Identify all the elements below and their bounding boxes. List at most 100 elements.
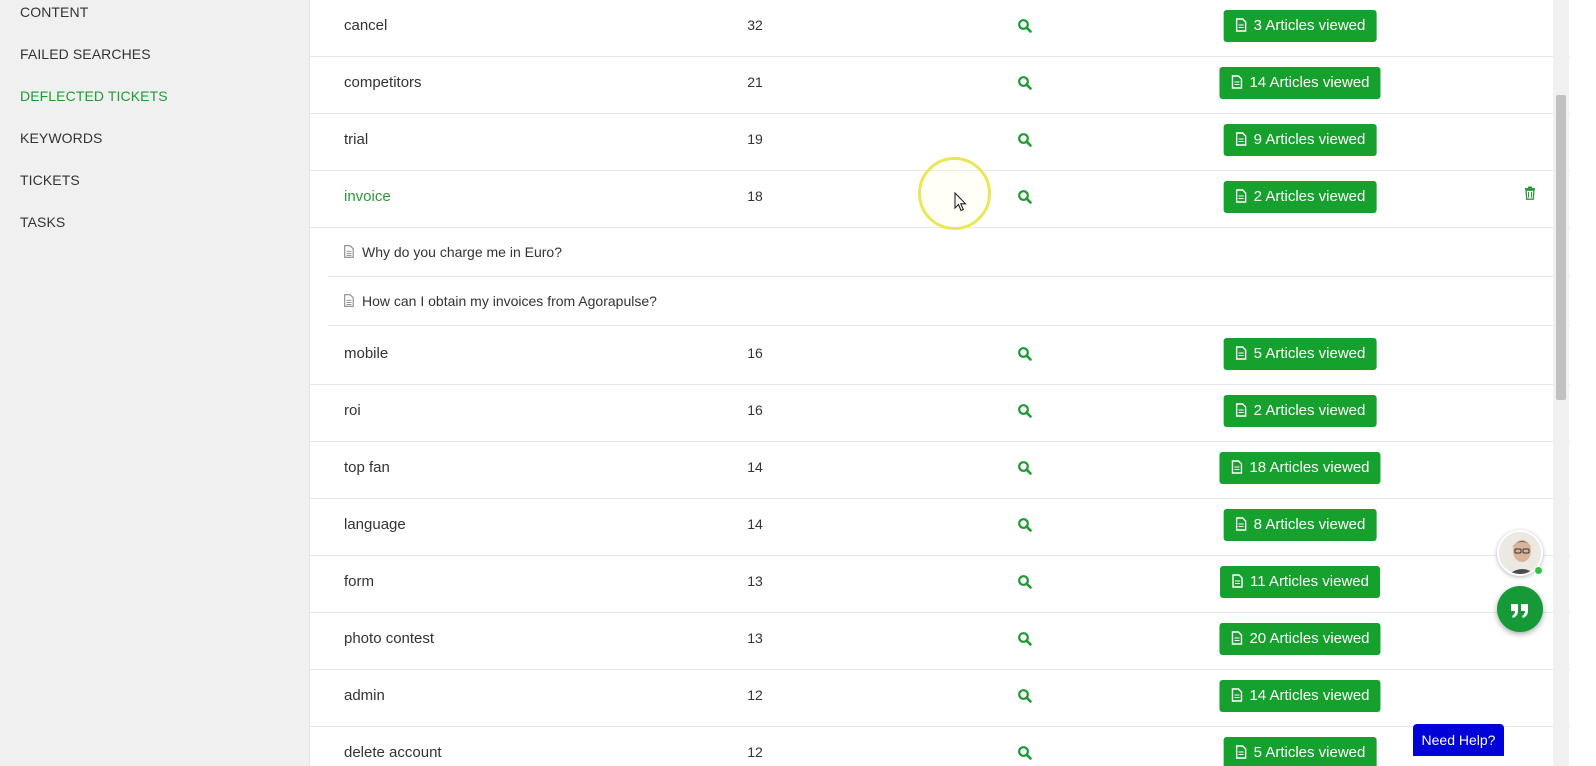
articles-viewed-label: 14 Articles viewed: [1249, 74, 1370, 91]
keyword-count: 14: [747, 516, 763, 532]
articles-viewed-label: 3 Articles viewed: [1253, 17, 1366, 34]
search-icon[interactable]: [1017, 132, 1033, 148]
document-icon: [1231, 75, 1243, 89]
table-row: roi 16 2 Articles viewed: [310, 385, 1570, 442]
mouse-cursor-icon: [954, 192, 967, 212]
sidebar-item-tasks[interactable]: TASKS: [20, 214, 65, 230]
articles-viewed-label: 5 Articles viewed: [1253, 345, 1366, 362]
articles-viewed-button[interactable]: 2 Articles viewed: [1223, 395, 1377, 427]
articles-viewed-label: 20 Articles viewed: [1249, 630, 1370, 647]
keyword-count: 12: [747, 687, 763, 703]
document-icon: [1232, 574, 1243, 588]
document-icon: [1235, 18, 1247, 32]
keyword-label[interactable]: roi: [344, 385, 361, 442]
articles-viewed-button[interactable]: 5 Articles viewed: [1223, 338, 1377, 370]
search-icon[interactable]: [1017, 631, 1033, 647]
table-row: photo contest 13 20 Articles viewed: [310, 613, 1570, 670]
need-help-button[interactable]: Need Help?: [1413, 724, 1504, 756]
sidebar-item-content[interactable]: CONTENT: [20, 4, 88, 20]
articles-viewed-button[interactable]: 3 Articles viewed: [1223, 10, 1377, 42]
online-status-dot: [1534, 566, 1543, 575]
keyword-count: 13: [747, 630, 763, 646]
keyword-label[interactable]: trial: [344, 114, 368, 171]
keyword-count: 13: [747, 573, 763, 589]
article-row: How can I obtain my invoices from Agorap…: [328, 277, 1570, 326]
keyword-label[interactable]: photo contest: [344, 613, 434, 670]
table-row: delete account 12 5 Articles viewed: [310, 727, 1570, 766]
articles-viewed-label: 8 Articles viewed: [1253, 516, 1366, 533]
keywords-table: cancel 32 3 Articles viewed competitors …: [310, 0, 1570, 766]
articles-viewed-button[interactable]: 5 Articles viewed: [1223, 737, 1377, 766]
search-icon[interactable]: [1017, 688, 1033, 704]
document-icon: [1231, 460, 1243, 474]
search-icon[interactable]: [1017, 346, 1033, 362]
document-icon: [344, 294, 354, 307]
keyword-label[interactable]: form: [344, 556, 374, 613]
document-icon: [1235, 132, 1247, 146]
articles-viewed-label: 9 Articles viewed: [1253, 131, 1366, 148]
keyword-count: 19: [747, 131, 763, 147]
trash-icon[interactable]: [1524, 186, 1536, 200]
table-row: cancel 32 3 Articles viewed: [310, 0, 1570, 57]
keyword-label[interactable]: invoice: [344, 171, 391, 228]
sidebar-item-tickets[interactable]: TICKETS: [20, 172, 80, 188]
table-row: mobile 16 5 Articles viewed: [310, 328, 1570, 385]
search-icon[interactable]: [1017, 18, 1033, 34]
table-row: language 14 8 Articles viewed: [310, 499, 1570, 556]
search-icon[interactable]: [1017, 574, 1033, 590]
document-icon: [1231, 688, 1243, 702]
articles-viewed-button[interactable]: 20 Articles viewed: [1219, 623, 1381, 655]
articles-viewed-button[interactable]: 9 Articles viewed: [1223, 124, 1377, 156]
keyword-label[interactable]: admin: [344, 670, 385, 727]
search-icon[interactable]: [1017, 517, 1033, 533]
keyword-count: 18: [747, 188, 763, 204]
keyword-count: 16: [747, 402, 763, 418]
articles-viewed-label: 2 Articles viewed: [1253, 188, 1366, 205]
keyword-count: 14: [747, 459, 763, 475]
keyword-count: 32: [747, 17, 763, 33]
articles-viewed-button[interactable]: 2 Articles viewed: [1223, 181, 1377, 213]
document-icon: [344, 245, 354, 258]
table-row: competitors 21 14 Articles viewed: [310, 57, 1570, 114]
document-icon: [1235, 403, 1247, 417]
quote-icon: [1511, 604, 1528, 618]
search-icon[interactable]: [1017, 460, 1033, 476]
keyword-label[interactable]: mobile: [344, 328, 388, 385]
document-icon: [1235, 346, 1247, 360]
keyword-label[interactable]: cancel: [344, 0, 387, 57]
articles-viewed-button[interactable]: 14 Articles viewed: [1219, 67, 1381, 99]
articles-viewed-label: 5 Articles viewed: [1253, 744, 1366, 761]
article-link[interactable]: Why do you charge me in Euro?: [362, 228, 562, 276]
sidebar-item-keywords[interactable]: KEYWORDS: [20, 130, 102, 146]
search-icon[interactable]: [1017, 745, 1033, 761]
sidebar-item-failed-searches[interactable]: FAILED SEARCHES: [20, 46, 151, 62]
chat-launcher-button[interactable]: [1497, 586, 1543, 632]
articles-viewed-button[interactable]: 14 Articles viewed: [1219, 680, 1381, 712]
document-icon: [1231, 631, 1243, 645]
keyword-label[interactable]: competitors: [344, 57, 422, 114]
articles-viewed-label: 11 Articles viewed: [1250, 573, 1369, 590]
keyword-label[interactable]: delete account: [344, 727, 442, 766]
search-icon[interactable]: [1017, 403, 1033, 419]
table-row: top fan 14 18 Articles viewed: [310, 442, 1570, 499]
articles-viewed-button[interactable]: 11 Articles viewed: [1220, 566, 1380, 598]
articles-viewed-button[interactable]: 8 Articles viewed: [1223, 509, 1377, 541]
document-icon: [1235, 517, 1247, 531]
articles-viewed-button[interactable]: 18 Articles viewed: [1219, 452, 1381, 484]
article-link[interactable]: How can I obtain my invoices from Agorap…: [362, 277, 657, 325]
articles-viewed-label: 18 Articles viewed: [1249, 459, 1370, 476]
table-row: form 13 11 Articles viewed: [310, 556, 1570, 613]
keyword-label[interactable]: top fan: [344, 442, 390, 499]
articles-viewed-label: 2 Articles viewed: [1253, 402, 1366, 419]
articles-viewed-label: 14 Articles viewed: [1249, 687, 1370, 704]
search-icon[interactable]: [1017, 189, 1033, 205]
document-icon: [1235, 189, 1247, 203]
keyword-label[interactable]: language: [344, 499, 406, 556]
search-icon[interactable]: [1017, 75, 1033, 91]
scrollbar-thumb[interactable]: [1556, 95, 1566, 400]
keyword-count: 12: [747, 744, 763, 760]
keyword-count: 16: [747, 345, 763, 361]
keyword-count: 21: [747, 74, 763, 90]
sidebar-item-deflected-tickets[interactable]: DEFLECTED TICKETS: [20, 88, 168, 104]
sidebar: CONTENT FAILED SEARCHES DEFLECTED TICKET…: [0, 0, 310, 766]
